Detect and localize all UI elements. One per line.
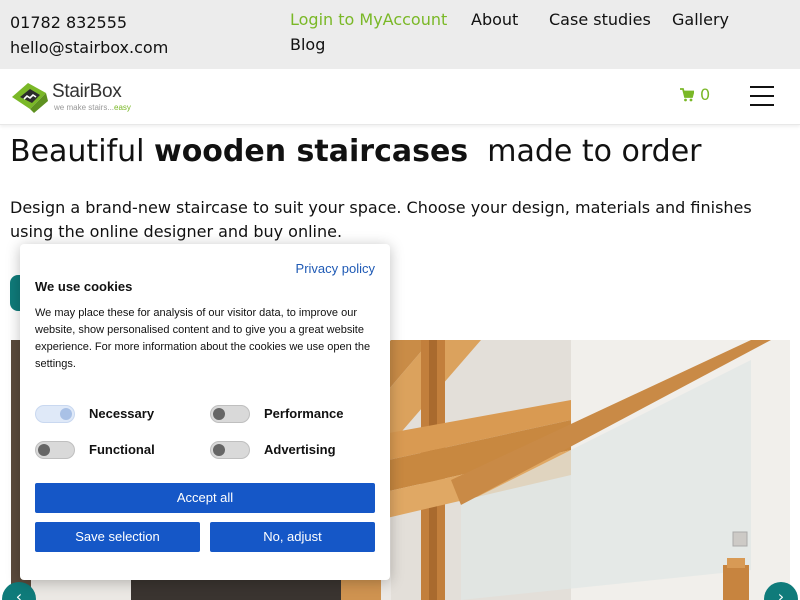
privacy-policy-link[interactable]: Privacy policy [296, 261, 375, 276]
logo-tagline: we make stairs...easy [54, 103, 131, 112]
accept-all-button[interactable]: Accept all [35, 483, 375, 513]
cookie-text: We may place these for analysis of our v… [35, 307, 371, 370]
shopping-cart-icon [680, 88, 695, 102]
toggle-functional[interactable] [35, 441, 75, 459]
toggle-performance-label: Performance [264, 406, 344, 421]
cookie-title: We use cookies [35, 279, 133, 294]
logo[interactable]: StairBox we make stairs...easy [10, 79, 140, 115]
nav-blog[interactable]: Blog [290, 34, 325, 56]
save-selection-button[interactable]: Save selection [35, 522, 200, 552]
no-adjust-button[interactable]: No, adjust [210, 522, 375, 552]
chevron-left-icon: ‹ [15, 587, 23, 600]
site-header: StairBox we make stairs...easy 0 [0, 69, 800, 125]
toggle-necessary-label: Necessary [89, 406, 155, 421]
contact-info: 01782 832555 hello@stairbox.com [10, 10, 168, 60]
toggle-necessary[interactable] [35, 405, 75, 423]
chevron-right-icon: › [777, 587, 785, 600]
toggle-advertising-label: Advertising [264, 442, 336, 457]
page-title: Beautiful wooden staircases made to orde… [10, 134, 702, 169]
cart-button[interactable]: 0 [680, 85, 710, 104]
toggle-functional-label: Functional [89, 442, 155, 457]
hamburger-menu-icon[interactable] [750, 86, 774, 106]
nav-gallery[interactable]: Gallery [672, 9, 729, 31]
email-link[interactable]: hello@stairbox.com [10, 35, 168, 60]
phone-link[interactable]: 01782 832555 [10, 10, 168, 35]
top-bar: 01782 832555 hello@stairbox.com Login to… [0, 0, 800, 69]
stairbox-logo-icon [12, 83, 48, 113]
toggle-advertising[interactable] [210, 441, 250, 459]
nav-about[interactable]: About [471, 9, 518, 31]
login-link[interactable]: Login to MyAccount [290, 9, 447, 31]
nav-case-studies[interactable]: Case studies [549, 9, 651, 31]
toggle-performance[interactable] [210, 405, 250, 423]
cookie-consent-dialog: Privacy policy We use cookies We may pla… [20, 244, 390, 580]
cart-count: 0 [700, 85, 711, 104]
hero-description: Design a brand-new staircase to suit you… [10, 198, 752, 241]
logo-name: StairBox [52, 81, 122, 102]
